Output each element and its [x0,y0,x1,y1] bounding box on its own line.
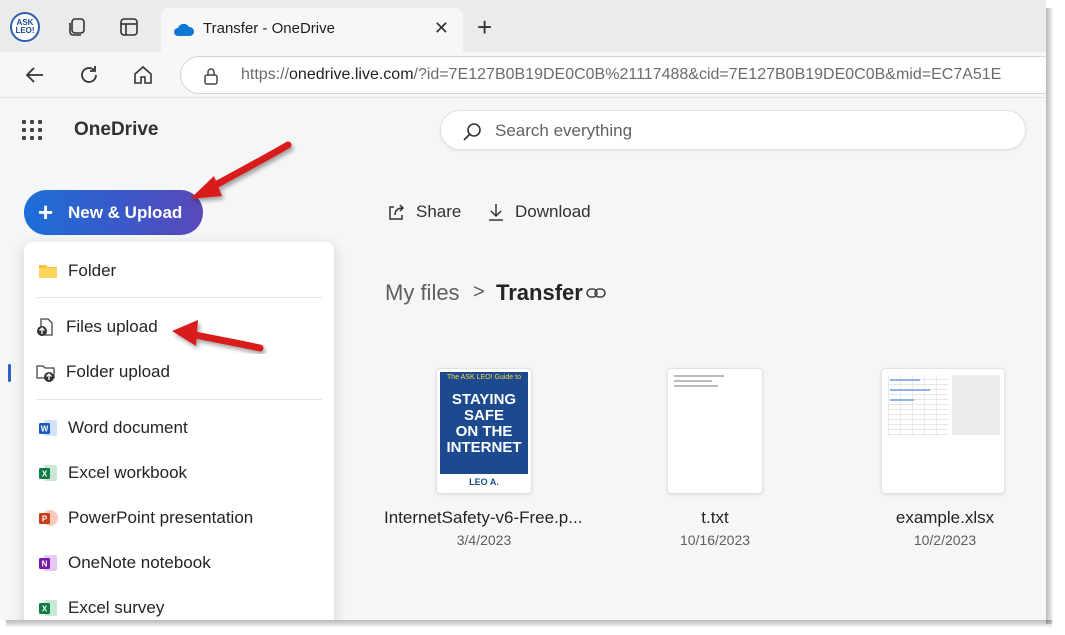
onedrive-header: OneDrive [0,98,1046,164]
onenote-icon: N [39,555,57,571]
menu-divider [36,399,322,400]
cover-title-line: STAYING [451,391,517,408]
cover-title-line: SAFE [463,407,504,424]
file-tile[interactable]: t.txt 10/16/2023 [615,368,815,558]
browser-window: ASK LEO! Transfer - OneDrive ✕ + https://… [0,0,1046,620]
svg-text:X: X [42,605,48,614]
onedrive-cloud-icon [174,23,195,36]
file-thumbnail [881,368,1005,494]
tab-strip: ASK LEO! Transfer - OneDrive ✕ + [0,0,1046,52]
screenshot-shadow [6,620,1052,628]
menu-item-label: Folder [68,261,117,280]
refresh-icon[interactable] [74,60,104,90]
breadcrumb-separator: > [473,281,485,303]
new-and-upload-label: New & Upload [68,203,183,222]
app-launcher-icon[interactable] [22,120,44,142]
menu-item-word-document[interactable]: W Word document [24,407,334,447]
file-upload-icon [37,318,53,336]
menu-item-label: Files upload [66,317,158,336]
file-name: InternetSafety-v6-Free.p... [384,508,583,527]
menu-item-label: Excel workbook [68,463,188,482]
folder-icon [39,265,57,278]
new-tab-button[interactable]: + [477,12,492,42]
cover-title: STAYING SAFE ON THE INTERNET [440,392,528,456]
share-label: Share [416,202,462,221]
svg-text:W: W [41,425,49,434]
share-icon [389,204,405,220]
svg-text:X: X [42,470,48,479]
file-thumbnail [667,368,763,494]
menu-item-label: PowerPoint presentation [68,508,254,527]
file-tile[interactable]: example.xlsx 10/2/2023 [845,368,1045,558]
url-text: https://onedrive.live.com/?id=7E127B0B19… [241,66,1001,84]
app-title[interactable]: OneDrive [74,119,158,141]
file-date: 3/4/2023 [456,532,512,548]
cover-subtitle: The ASK LEO! Guide to [447,374,521,381]
spreadsheet-preview [888,375,948,435]
menu-item-label: OneNote notebook [68,553,211,572]
profile-avatar[interactable]: ASK LEO! [10,12,40,42]
menu-item-label: Word document [68,418,188,437]
file-name: t.txt [701,508,729,527]
download-label: Download [515,202,591,221]
menu-item-folder-upload[interactable]: Folder upload [24,351,334,391]
new-upload-menu: Folder Files upload Folder upload W Word… [24,242,334,620]
menu-item-files-upload[interactable]: Files upload [24,306,334,346]
new-and-upload-button[interactable]: + New & Upload [24,190,203,235]
search-input[interactable] [495,119,995,143]
nav-selection-indicator [8,364,11,382]
menu-item-label: Folder upload [66,362,170,381]
tab-title: Transfer - OneDrive [203,20,335,37]
excel-icon: X [39,465,57,481]
ask-leo-logo-icon: ASK LEO! [10,12,40,42]
menu-item-folder[interactable]: Folder [24,250,334,290]
menu-item-onenote-notebook[interactable]: N OneNote notebook [24,542,334,582]
breadcrumb-current: Transfer [496,280,583,305]
file-date: 10/16/2023 [679,532,751,548]
file-date: 10/2/2023 [913,532,977,548]
text-preview-lines [674,375,724,390]
url-path: /?id=7E127B0B19DE0C0B%21117488&cid=7E127… [413,66,1002,83]
menu-item-label: Excel survey [68,598,165,617]
menu-item-excel-survey[interactable]: X Excel survey [24,587,334,620]
powerpoint-icon: P [39,510,58,526]
word-icon: W [39,420,57,436]
excel-survey-icon: X [39,600,57,616]
search-box[interactable] [440,110,1026,150]
cover-title-line: ON THE [455,423,513,440]
file-thumbnail: The ASK LEO! Guide to STAYING SAFE ON TH… [436,368,532,494]
back-icon[interactable] [20,60,50,90]
search-icon [463,123,481,141]
home-icon[interactable] [128,60,158,90]
url-field[interactable]: https://onedrive.live.com/?id=7E127B0B19… [180,56,1046,94]
menu-divider [36,297,322,298]
svg-text:P: P [42,515,48,524]
workspaces-icon[interactable] [62,12,92,42]
lock-icon[interactable] [203,67,219,85]
link-icon[interactable] [585,283,607,303]
file-tile[interactable]: The ASK LEO! Guide to STAYING SAFE ON TH… [384,368,584,558]
folder-upload-icon [36,365,55,382]
menu-item-powerpoint-presentation[interactable]: P PowerPoint presentation [24,497,334,537]
svg-text:N: N [42,560,48,569]
book-cover: The ASK LEO! Guide to STAYING SAFE ON TH… [440,372,528,490]
menu-item-excel-workbook[interactable]: X Excel workbook [24,452,334,492]
file-name: example.xlsx [895,508,995,527]
close-tab-icon[interactable]: ✕ [434,18,449,39]
cover-title-line: INTERNET [446,439,522,456]
screenshot-shadow [1046,8,1054,624]
url-host: onedrive.live.com [289,66,414,83]
url-prefix: https:// [241,66,290,83]
download-icon [489,204,503,221]
vertical-tabs-icon[interactable] [114,12,144,42]
breadcrumb-my-files[interactable]: My files [385,280,460,306]
plus-icon: + [38,197,54,227]
tab-onedrive[interactable]: Transfer - OneDrive ✕ [161,8,463,52]
cover-author: LEO A. NOTENBOOM [440,474,528,490]
address-bar-row: https://onedrive.live.com/?id=7E127B0B19… [0,52,1046,98]
